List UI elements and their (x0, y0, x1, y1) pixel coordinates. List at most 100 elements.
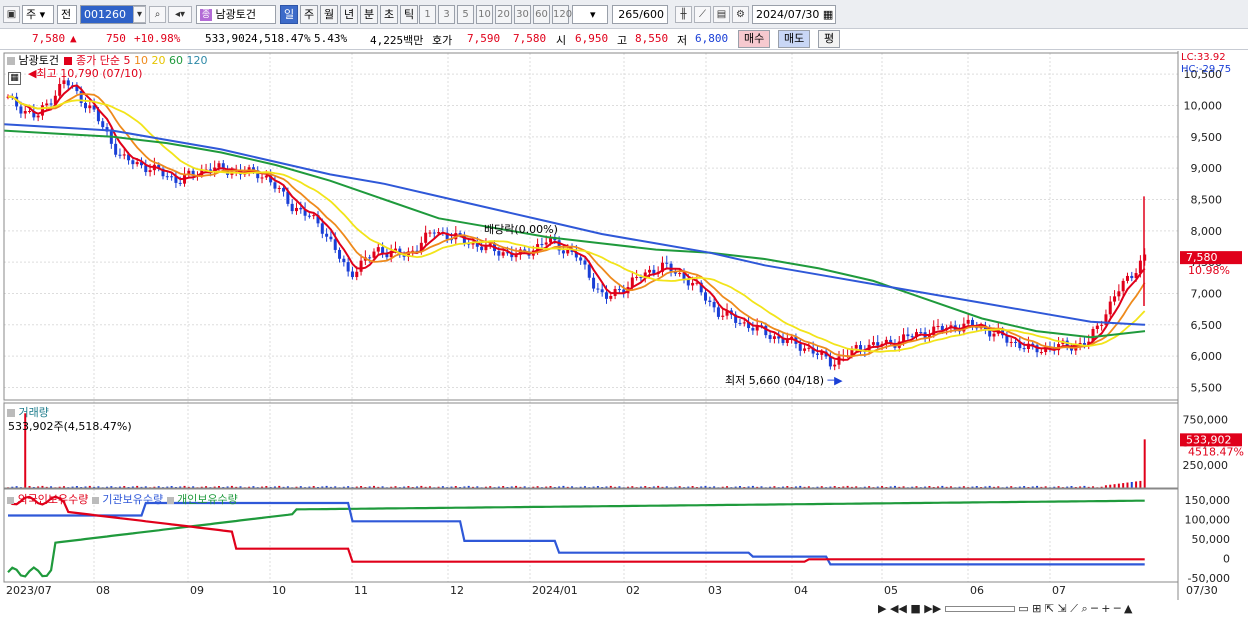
count-input[interactable]: 265/600 (612, 5, 668, 24)
interval-button[interactable]: 20 (495, 5, 512, 24)
period-button[interactable]: 월 (320, 5, 338, 24)
candle-body (540, 244, 544, 246)
candle-body (170, 176, 174, 178)
play-icon[interactable]: ▶ (878, 602, 886, 615)
candle-body (648, 269, 652, 273)
ask-price: 7,590 (467, 32, 501, 45)
price-tick-label: 6,000 (1191, 350, 1223, 363)
candle-icon[interactable]: ╫ (675, 6, 692, 23)
volume-bar (1113, 484, 1116, 488)
fast-forward-icon[interactable]: ▶▶ (924, 602, 941, 615)
x-tick-label: 06 (970, 584, 984, 597)
candle-body (299, 207, 303, 210)
candle-body (738, 322, 742, 324)
price-tick-label: 8,500 (1191, 193, 1223, 206)
candle-body (277, 187, 281, 189)
interval-button[interactable]: 1 (419, 5, 436, 24)
scroll-slider[interactable] (944, 606, 1015, 612)
stock-name-box[interactable]: 종 남광토건 (196, 5, 276, 24)
candle-body (803, 348, 807, 351)
candle-body (919, 332, 923, 334)
window-icon[interactable]: ▣ (3, 6, 20, 23)
low-marker-text: 최저 5,660 (04/18) (725, 374, 825, 387)
candle-body (501, 252, 505, 256)
buy-button[interactable]: 매수 (738, 30, 771, 48)
x-tick-label: 03 (708, 584, 722, 597)
avg-button[interactable]: 평 (818, 30, 841, 48)
interval-button[interactable]: 5 (457, 5, 474, 24)
scroll-controls: ▶ ◀◀ ■ ▶▶ ▭ ⊞ ⇱ ⇲ ⟋ ⌕ ─ + ─ ▲ (878, 601, 1248, 619)
candle-body (704, 292, 708, 301)
toolbar: ▣ 주 ▾ 전 001260 ▾ ⌕ ◂▾ 종 남광토건 일주월년분초틱 135… (0, 0, 1248, 29)
candle-body (669, 263, 673, 272)
candle-body (772, 336, 776, 339)
pause-icon[interactable]: ■ (910, 602, 920, 615)
lc-label: LC:33.92 (1181, 52, 1226, 63)
candle-body (131, 160, 135, 165)
interval-button[interactable]: 60 (533, 5, 550, 24)
x-tick-label: 02 (626, 584, 640, 597)
date-value: 2024/07/30 (756, 8, 820, 21)
candle-body (1022, 348, 1026, 350)
dividend-label: 배당락(0.00%) (484, 223, 558, 236)
interval-button[interactable]: 3 (438, 5, 455, 24)
candle-body (36, 115, 40, 118)
interval-select[interactable]: ▾ (572, 5, 608, 24)
period-button[interactable]: 초 (380, 5, 398, 24)
sell-button[interactable]: 매도 (778, 30, 811, 48)
candle-body (617, 289, 621, 291)
candle-body (579, 257, 583, 261)
candle-body (609, 295, 613, 299)
candle-body (910, 336, 914, 338)
period-mode-label: 주 (26, 8, 37, 21)
candle-body (600, 289, 604, 293)
candle-body (294, 207, 298, 212)
period-mode-select[interactable]: 주 ▾ (22, 5, 54, 24)
candle-body (355, 271, 359, 278)
holders-tick-label: 100,000 (1185, 513, 1231, 526)
prev-button[interactable]: 전 (57, 5, 77, 24)
volume-tick-label: 750,000 (1183, 414, 1229, 427)
candle-body (290, 203, 294, 212)
candle-body (721, 315, 725, 317)
period-button[interactable]: 년 (340, 5, 358, 24)
volume-bar (1139, 480, 1142, 488)
price-tick-label: 10,000 (1184, 100, 1223, 113)
stock-chart[interactable]: 10,50010,0009,5009,0008,5008,0007,5007,0… (0, 51, 1248, 621)
candle-body (583, 260, 587, 265)
candle-body (566, 249, 570, 254)
candle-body (1125, 275, 1129, 281)
volume-value-label: 533,902주(4,518.47%) (8, 420, 132, 433)
x-tick-label: 10 (272, 584, 286, 597)
search-icon[interactable]: ⌕ (149, 6, 166, 23)
speaker-icon[interactable]: ◂▾ (168, 6, 192, 23)
calendar-icon[interactable]: ▦ (823, 8, 833, 21)
period-button[interactable]: 분 (360, 5, 378, 24)
period-button[interactable]: 일 (280, 5, 298, 24)
x-tick-label: 2023/07 (6, 584, 52, 597)
candle-body (88, 105, 92, 109)
period-button[interactable]: 주 (300, 5, 318, 24)
candle-body (165, 176, 169, 178)
grid-toggle-icon[interactable]: ▦ (8, 70, 21, 85)
candle-body (312, 215, 316, 217)
rewind-icon[interactable]: ◀◀ (890, 602, 907, 615)
candle-body (428, 232, 432, 234)
interval-button[interactable]: 120 (552, 5, 572, 24)
date-input[interactable]: 2024/07/30 ▦ (752, 5, 836, 24)
candle-body (19, 106, 23, 114)
candle-body (686, 279, 690, 286)
candle-body (368, 257, 372, 259)
interval-button[interactable]: 10 (476, 5, 493, 24)
zoom-tools-icon[interactable]: ▭ ⊞ ⇱ ⇲ ⟋ ⌕ ─ + ─ ▲ (1018, 602, 1132, 615)
line-tool-icon[interactable]: ⟋ (694, 6, 711, 23)
candle-body (40, 105, 44, 116)
interval-button[interactable]: 30 (514, 5, 531, 24)
gear-icon[interactable]: ⚙ (732, 6, 749, 23)
volume-bar (1117, 483, 1120, 488)
chevron-down-icon[interactable]: ▾ (133, 6, 146, 23)
candle-body (833, 364, 837, 367)
hc-label: HC:-29.75 (1181, 64, 1232, 75)
period-button[interactable]: 틱 (400, 5, 418, 24)
save-icon[interactable]: ▤ (713, 6, 730, 23)
